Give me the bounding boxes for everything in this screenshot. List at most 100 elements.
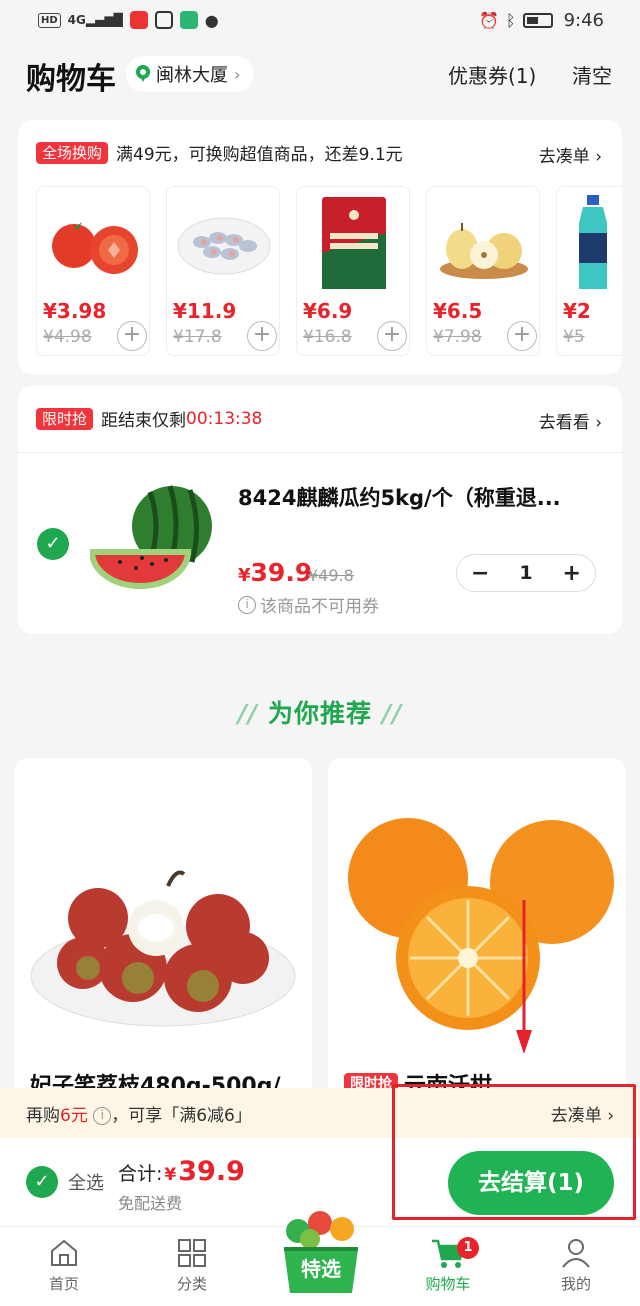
recommend-title: //为你推荐//	[237, 699, 403, 728]
tomato-icon	[43, 193, 145, 293]
tab-featured[interactable]: 特选	[276, 1209, 366, 1301]
info-icon[interactable]: i	[93, 1106, 112, 1125]
lychee-icon	[28, 808, 298, 1048]
promo-text: 再购6元 i ，可享「满6减6」	[26, 1105, 252, 1126]
exchange-header: 全场换购 满49元，可换购超值商品，还差9.1元	[36, 140, 403, 165]
exchange-text: 满49元，可换购超值商品，还差9.1元	[116, 145, 403, 165]
product-original-price: ¥4.98	[43, 327, 92, 347]
chevron-right-icon: ›	[234, 64, 241, 84]
chevron-right-icon: ›	[595, 413, 602, 433]
product-original-price: ¥16.8	[303, 327, 352, 347]
featured-label: 特选	[301, 1257, 341, 1281]
minus-button[interactable]: −	[471, 561, 489, 586]
product-price: ¥11.9	[173, 299, 237, 323]
flash-sale-link[interactable]: 去看看 ›	[539, 408, 602, 433]
total-price: 合计: ¥39.9	[118, 1156, 245, 1187]
exchange-card: 全场换购 满49元，可换购超值商品，还差9.1元 去凑单 › ¥3.98 ¥4.…	[18, 120, 622, 374]
tab-profile[interactable]: 我的	[512, 1233, 640, 1294]
product-original-price: ¥5	[563, 327, 585, 347]
select-all-label: 全选	[68, 1173, 104, 1194]
tab-home[interactable]: 首页	[0, 1233, 128, 1294]
flash-sale-header: 限时抢 距结束仅剩 00:13:38	[36, 406, 262, 431]
exchange-product[interactable]: ¥6.5 ¥7.98 +	[426, 186, 540, 356]
hd-indicator: HD	[38, 12, 61, 28]
bluetooth-icon: ᛒ	[505, 10, 516, 30]
exchange-product[interactable]: ¥2 ¥5	[556, 186, 622, 356]
pear-icon	[433, 193, 535, 293]
tab-bar: 首页 分类 特选 购物车 1 我的	[0, 1211, 640, 1306]
battery-icon	[522, 12, 553, 28]
exchange-link[interactable]: 去凑单 ›	[539, 142, 602, 167]
drink-bottle-icon	[563, 193, 622, 293]
cart-item-original-price: ¥49.8	[308, 566, 354, 585]
product-original-price: ¥7.98	[433, 327, 482, 347]
app-notification-icon	[179, 11, 198, 29]
exchange-tag: 全场换购	[36, 141, 109, 164]
info-icon: i	[238, 595, 256, 614]
page-title: 购物车	[26, 62, 116, 97]
grid-icon	[128, 1233, 256, 1273]
decoration: //	[382, 699, 403, 728]
promo-strip: 再购6元 i ，可享「满6减6」 去凑单 ›	[0, 1088, 640, 1138]
add-icon[interactable]: +	[117, 321, 147, 351]
quantity-value: 1	[519, 562, 533, 584]
cart-item-price: ¥39.9	[238, 558, 313, 587]
plus-button[interactable]: +	[563, 561, 581, 586]
check-icon: ✓	[45, 533, 61, 554]
cart-count-badge: 1	[457, 1237, 479, 1259]
exchange-product[interactable]: ¥11.9 ¥17.8 +	[166, 186, 280, 356]
quantity-stepper: − 1 +	[456, 554, 596, 592]
chevron-right-icon: ›	[607, 1105, 614, 1126]
home-icon	[0, 1233, 128, 1273]
add-icon[interactable]: +	[377, 321, 407, 351]
shipping-note: 免配送费	[118, 1194, 183, 1213]
item-checkbox[interactable]: ✓	[37, 528, 69, 560]
product-price: ¥6.9	[303, 299, 353, 323]
product-price: ¥2	[563, 299, 591, 323]
decoration: //	[237, 699, 258, 728]
checkout-button[interactable]: 去结算(1)	[448, 1151, 614, 1215]
coupon-link[interactable]: 优惠券(1)	[448, 60, 536, 89]
status-bar: HD 4G▂▄▆█ ● ⏰ ᛒ 9:46	[0, 0, 640, 40]
exchange-product[interactable]: ¥3.98 ¥4.98 +	[36, 186, 150, 356]
recommend-card[interactable]: 妃子笑荔枝480g-500g/	[14, 758, 312, 1098]
clock: 9:46	[563, 9, 604, 31]
exchange-product[interactable]: ¥6.9 ¥16.8 +	[296, 186, 410, 356]
check-icon: ✓	[34, 1171, 50, 1192]
flash-sale-label: 距结束仅剩	[101, 411, 187, 431]
product-price: ¥6.5	[433, 299, 483, 323]
annotation-arrow	[516, 900, 532, 1054]
select-all-checkbox[interactable]: ✓	[26, 1166, 58, 1198]
location-selector[interactable]: 闽林大厦 ›	[126, 56, 255, 92]
fish-icon	[173, 193, 275, 293]
flash-sale-card: 限时抢 距结束仅剩 00:13:38 去看看 › ✓ 8424麒麟瓜约5kg/个（…	[18, 386, 622, 634]
app-notification-icon	[154, 11, 173, 29]
location-pin-icon	[136, 65, 150, 83]
clear-cart-button[interactable]: 清空	[572, 60, 612, 89]
orange-icon	[338, 808, 618, 1058]
product-original-price: ¥17.8	[173, 327, 222, 347]
chevron-right-icon: ›	[595, 147, 602, 167]
product-price: ¥3.98	[43, 299, 107, 323]
cart-item-name[interactable]: 8424麒麟瓜约5kg/个（称重退...	[238, 482, 561, 512]
select-all[interactable]: ✓ 全选	[26, 1166, 104, 1198]
add-icon[interactable]: +	[247, 321, 277, 351]
user-icon	[512, 1233, 640, 1273]
coupon-note: i 该商品不可用券	[238, 592, 379, 617]
signal-icon: 4G▂▄▆█	[67, 13, 123, 27]
location-label: 闽林大厦	[156, 65, 228, 86]
snack-bag-icon	[303, 193, 405, 293]
flash-sale-tag: 限时抢	[36, 407, 94, 430]
recommend-card[interactable]: 限时抢 云南沃柑	[328, 758, 626, 1098]
app-notification-icon	[129, 11, 148, 29]
divider	[18, 452, 622, 453]
watermelon-icon	[88, 482, 220, 602]
promo-link[interactable]: 去凑单 ›	[551, 1101, 614, 1126]
message-icon: ●	[204, 10, 219, 30]
alarm-icon: ⏰	[479, 10, 499, 30]
countdown-timer: 00:13:38	[186, 408, 263, 429]
add-icon[interactable]: +	[507, 321, 537, 351]
cart-icon	[384, 1233, 512, 1273]
tab-category[interactable]: 分类	[128, 1233, 256, 1294]
tab-cart[interactable]: 购物车 1	[384, 1233, 512, 1294]
